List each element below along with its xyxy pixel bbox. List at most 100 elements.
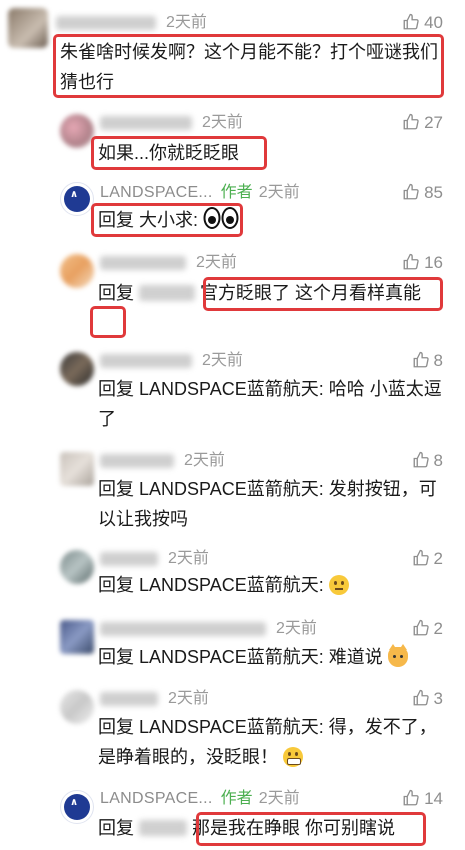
comment-meta: LANDSPACE... 作者 2天前	[100, 182, 300, 204]
brand-avatar[interactable]: ∧	[60, 790, 94, 824]
like-button[interactable]: 2	[412, 548, 443, 570]
thumbs-up-icon	[413, 619, 429, 636]
comment-meta: 2天前	[100, 252, 237, 274]
reply: 2天前 27 如果...你就眨眨眼	[0, 108, 465, 174]
like-count: 2	[433, 549, 443, 568]
avatar[interactable]	[60, 620, 94, 654]
comment-meta: 2天前	[100, 548, 209, 570]
avatar[interactable]	[60, 452, 94, 486]
like-count: 40	[424, 13, 443, 32]
grinning-face-emoji-icon	[283, 747, 304, 767]
cat-face-emoji-icon	[387, 644, 408, 667]
logo-mark-icon: ∧	[70, 189, 79, 200]
reply-prefix: 回复	[98, 647, 134, 667]
reply-username[interactable]: LANDSPACE蓝箭航天	[139, 479, 319, 499]
username-redacted[interactable]	[100, 691, 158, 706]
highlight-box	[91, 136, 267, 170]
like-button[interactable]: 8	[412, 450, 443, 472]
comment: 2天前 40 朱雀啥时候发啊？这个月能不能？打个哑谜我们猜也行	[0, 0, 465, 100]
username-redacted[interactable]	[100, 453, 174, 468]
reply-prefix: 回复	[98, 717, 134, 737]
reply-username[interactable]: LANDSPACE蓝箭航天	[139, 575, 319, 595]
like-button[interactable]: 14	[402, 788, 443, 810]
comment-text: 回复 LANDSPACE蓝箭航天:	[98, 570, 443, 600]
author-tag: 作者	[220, 790, 253, 807]
reply-prefix: 回复	[98, 379, 134, 399]
thumbs-up-icon	[403, 253, 419, 270]
reply-username-redacted[interactable]	[139, 285, 196, 301]
reply: 2天前 2 回复 LANDSPACE蓝箭航天:	[0, 546, 465, 606]
like-count: 8	[433, 451, 443, 470]
like-button[interactable]: 3	[412, 688, 443, 710]
avatar[interactable]	[60, 352, 94, 386]
comment-meta: LANDSPACE... 作者 2天前	[100, 788, 300, 810]
reply: 2天前 3 回复 LANDSPACE蓝箭航天: 得，发不了，是睁着眼的，没眨眼！	[0, 686, 465, 782]
comment-text: 回复 LANDSPACE蓝箭航天: 发射按钮，可以让我按吗	[98, 474, 443, 534]
avatar[interactable]	[60, 114, 94, 148]
like-button[interactable]: 16	[402, 252, 443, 274]
comment-meta: 2天前	[100, 618, 317, 640]
username-redacted[interactable]	[100, 551, 158, 566]
like-count: 85	[424, 183, 443, 202]
reply-username-redacted[interactable]	[139, 820, 188, 836]
thumbs-up-icon	[413, 549, 429, 566]
like-button[interactable]: 8	[412, 350, 443, 372]
timestamp: 2天前	[258, 790, 300, 807]
avatar[interactable]	[8, 8, 48, 48]
comment-text: 回复 LANDSPACE蓝箭航天: 得，发不了，是睁着眼的，没眨眼！	[98, 712, 443, 772]
avatar[interactable]	[60, 254, 94, 288]
username-redacted[interactable]	[100, 115, 192, 130]
comment-meta: 2天前	[100, 688, 209, 710]
thumbs-up-icon	[413, 689, 429, 706]
username-redacted[interactable]	[100, 353, 192, 368]
timestamp: 2天前	[168, 550, 209, 567]
username[interactable]: LANDSPACE...	[100, 184, 213, 201]
reply-prefix: 回复	[98, 818, 134, 838]
username[interactable]: LANDSPACE...	[100, 790, 213, 807]
thumbs-up-icon	[403, 13, 419, 30]
brand-avatar[interactable]: ∧	[60, 182, 94, 216]
author-tag: 作者	[220, 184, 253, 201]
username-redacted[interactable]	[100, 255, 186, 270]
like-button[interactable]: 40	[402, 12, 443, 34]
thumbs-up-icon	[413, 451, 429, 468]
timestamp: 2天前	[166, 14, 207, 31]
timestamp: 2天前	[202, 114, 243, 131]
comment-meta: 2天前	[56, 12, 207, 34]
comment-meta: 2天前	[100, 450, 225, 472]
reply-username[interactable]: LANDSPACE蓝箭航天	[139, 647, 319, 667]
logo-mark-icon: ∧	[70, 797, 79, 808]
like-count: 8	[433, 351, 443, 370]
reply-body: :	[318, 575, 324, 595]
like-count: 14	[424, 789, 443, 808]
like-button[interactable]: 27	[402, 112, 443, 134]
reply: 2天前 16 回复 官方眨眼了 这个月看样真能	[0, 250, 465, 340]
timestamp: 2天前	[202, 352, 243, 369]
highlight-box	[53, 34, 444, 98]
like-count: 2	[433, 619, 443, 638]
like-button[interactable]: 2	[412, 618, 443, 640]
like-count: 3	[433, 689, 443, 708]
reply-author: ∧ LANDSPACE... 作者 2天前 14 回复 那是我在睁眼 你可别瞎说	[0, 786, 465, 850]
reply-prefix: 回复	[98, 283, 134, 303]
reply-username[interactable]: LANDSPACE蓝箭航天	[139, 717, 319, 737]
username-redacted[interactable]	[56, 15, 156, 30]
like-button[interactable]: 85	[402, 182, 443, 204]
avatar[interactable]	[60, 690, 94, 724]
highlight-box	[203, 277, 443, 311]
comment-meta: 2天前	[100, 350, 243, 372]
username-redacted[interactable]	[100, 621, 266, 636]
reply-username[interactable]: LANDSPACE蓝箭航天	[139, 379, 319, 399]
avatar[interactable]	[60, 550, 94, 584]
highlight-box	[196, 812, 426, 846]
thinking-face-emoji-icon	[328, 575, 349, 595]
comment-text: 回复 LANDSPACE蓝箭航天: 难道说	[98, 642, 443, 672]
reply-prefix: 回复	[98, 479, 134, 499]
reply: 2天前 2 回复 LANDSPACE蓝箭航天: 难道说	[0, 616, 465, 676]
like-count: 27	[424, 113, 443, 132]
reply-body: : 难道说	[318, 647, 383, 667]
timestamp: 2天前	[258, 184, 300, 201]
highlight-box	[90, 306, 126, 338]
reply-author: ∧ LANDSPACE... 作者 2天前 85 回复 大小求:	[0, 178, 465, 244]
like-count: 16	[424, 253, 443, 272]
